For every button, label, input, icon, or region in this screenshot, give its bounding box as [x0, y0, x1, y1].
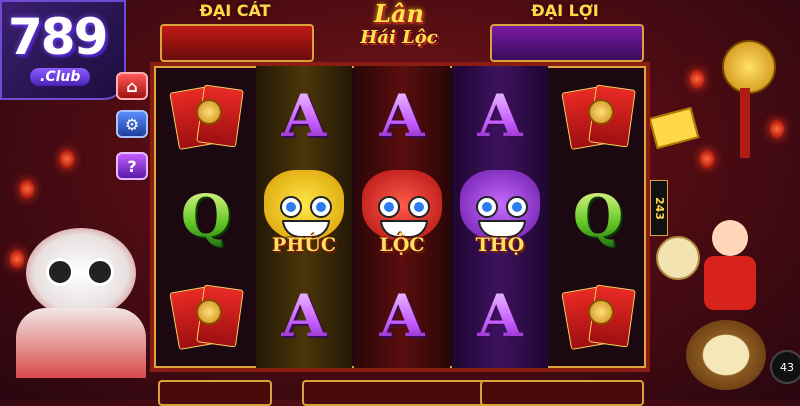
lantern-decoration: [690, 70, 704, 88]
reel-5: Q: [550, 66, 646, 368]
lion-label-tho: THỌ: [475, 234, 525, 256]
settings-gear-icon: ⚙: [124, 114, 140, 134]
seal-icon: [588, 99, 614, 125]
title-line-2: Hái Lộc: [360, 27, 438, 48]
seal-icon: [196, 299, 222, 325]
lantern-decoration: [700, 150, 714, 168]
left-banner: ĐẠI CÁT: [199, 1, 271, 20]
left-roof-panel: [160, 24, 314, 62]
gold-envelope: [648, 106, 700, 150]
symbol-a: A: [477, 282, 523, 350]
lantern-decoration: [60, 150, 74, 168]
reel-1: Q: [158, 66, 254, 368]
lantern-decoration: [20, 180, 34, 198]
settings-button[interactable]: ⚙: [116, 110, 148, 138]
brand-logo: 789 .Club: [0, 0, 126, 100]
hand-fan: [656, 236, 700, 280]
home-button[interactable]: ⌂: [116, 72, 148, 100]
lion-label-loc: LỘC: [379, 234, 425, 256]
symbol-q: Q: [572, 182, 624, 250]
bottom-bar-left[interactable]: [158, 380, 272, 406]
home-icon: ⌂: [126, 76, 138, 96]
logo-number: 789: [8, 8, 108, 66]
reel-2: A PHÚC A: [256, 66, 352, 368]
reel-3: A LỘC A: [354, 66, 450, 368]
symbol-red-envelope: [550, 266, 646, 366]
symbol-q: Q: [180, 182, 232, 250]
bottom-bar-right[interactable]: [480, 380, 644, 406]
corner-counter[interactable]: 43: [770, 350, 800, 384]
symbol-yellow-lion: PHÚC: [256, 166, 352, 266]
help-icon: ?: [127, 156, 137, 176]
white-lion-mascot: [6, 218, 156, 378]
symbol-red-lion: LỘC: [354, 166, 450, 266]
symbol-red-envelope: [550, 66, 646, 166]
red-pole: [740, 88, 750, 158]
lantern-decoration: [770, 120, 784, 138]
right-roof-panel: [490, 24, 644, 62]
symbol-purple-lion: THỌ: [452, 166, 548, 266]
help-button[interactable]: ?: [116, 152, 148, 180]
symbol-red-envelope: [158, 266, 254, 366]
seal-icon: [196, 99, 222, 125]
title-line-1: Lân: [374, 0, 424, 28]
symbol-a: A: [281, 282, 327, 350]
gold-lucky-bag: [722, 40, 776, 94]
right-banner: ĐẠI LỢI: [531, 1, 599, 20]
slot-reel-frame: Q A PHÚC A A LỘC A A THỌ A Q: [150, 62, 650, 372]
bottom-bar-center[interactable]: [302, 380, 496, 406]
seal-icon: [588, 299, 614, 325]
reel-4: A THỌ A: [452, 66, 548, 368]
boy-character: [694, 220, 764, 310]
symbol-red-envelope: [158, 66, 254, 166]
symbol-a: A: [379, 282, 425, 350]
ways-counter: 243: [650, 180, 668, 236]
logo-suffix: .Club: [30, 68, 91, 86]
game-title: Lân Hái Lộc: [333, 0, 465, 60]
symbol-a: A: [379, 82, 425, 150]
lion-label-phuc: PHÚC: [272, 234, 336, 256]
drum: [686, 320, 766, 390]
symbol-a: A: [281, 82, 327, 150]
symbol-a: A: [477, 82, 523, 150]
